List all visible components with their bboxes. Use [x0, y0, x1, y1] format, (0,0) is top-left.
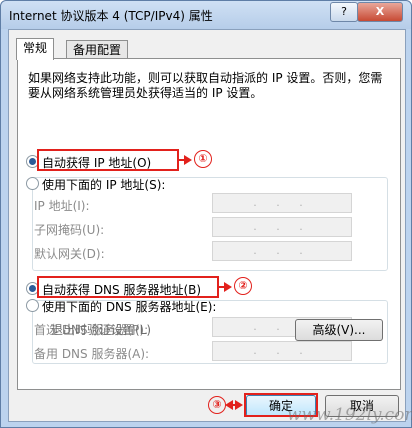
- advanced-button[interactable]: 高级(V)...: [295, 319, 383, 341]
- ip-address-input[interactable]: . . .: [212, 193, 352, 213]
- validate-settings-label[interactable]: 退出时验证设置(L): [51, 321, 151, 338]
- help-button[interactable]: ?: [330, 2, 358, 22]
- annotation-arrow-2: [218, 282, 232, 292]
- description-text: 如果网络支持此功能，则可以获取自动指派的 IP 设置。否则，您需要从网络系统管理…: [28, 71, 383, 100]
- tab-alternate-config[interactable]: 备用配置: [66, 40, 129, 59]
- watermark-text: www.192ly.com: [287, 405, 412, 425]
- annotation-number-3: ③: [208, 396, 226, 414]
- annotation-arrow-1: [178, 155, 192, 165]
- close-button[interactable]: X: [357, 2, 403, 22]
- annotation-arrow-3: [225, 400, 243, 410]
- alternate-dns-input[interactable]: . . .: [212, 341, 352, 361]
- manual-ip-label[interactable]: 使用下面的 IP 地址(S):: [42, 176, 165, 193]
- ip-address-label: IP 地址(I):: [34, 199, 90, 213]
- properties-dialog: Internet 协议版本 4 (TCP/IPv4) 属性 ? X 常规 备用配…: [0, 0, 412, 428]
- manual-dns-radio[interactable]: [26, 299, 39, 312]
- default-gateway-input[interactable]: . . .: [212, 241, 352, 261]
- manual-dns-label[interactable]: 使用下面的 DNS 服务器地址(E):: [42, 298, 216, 315]
- annotation-box-auto-dns: [37, 276, 219, 298]
- window-title: Internet 协议版本 4 (TCP/IPv4) 属性: [9, 9, 213, 23]
- manual-ip-radio[interactable]: [26, 177, 39, 190]
- annotation-box-auto-ip: [37, 149, 179, 171]
- annotation-number-2: ②: [234, 277, 252, 295]
- annotation-number-1: ①: [194, 150, 212, 168]
- default-gateway-label: 默认网关(D):: [34, 247, 105, 261]
- subnet-mask-input[interactable]: . . .: [212, 217, 352, 237]
- subnet-mask-label: 子网掩码(U):: [34, 223, 105, 237]
- tab-general[interactable]: 常规: [16, 38, 55, 60]
- title-bar[interactable]: Internet 协议版本 4 (TCP/IPv4) 属性 ? X: [1, 1, 411, 29]
- alternate-dns-label: 备用 DNS 服务器(A):: [34, 347, 150, 361]
- dialog-client-area: 常规 备用配置 如果网络支持此功能，则可以获取自动指派的 IP 设置。否则，您需…: [8, 29, 406, 422]
